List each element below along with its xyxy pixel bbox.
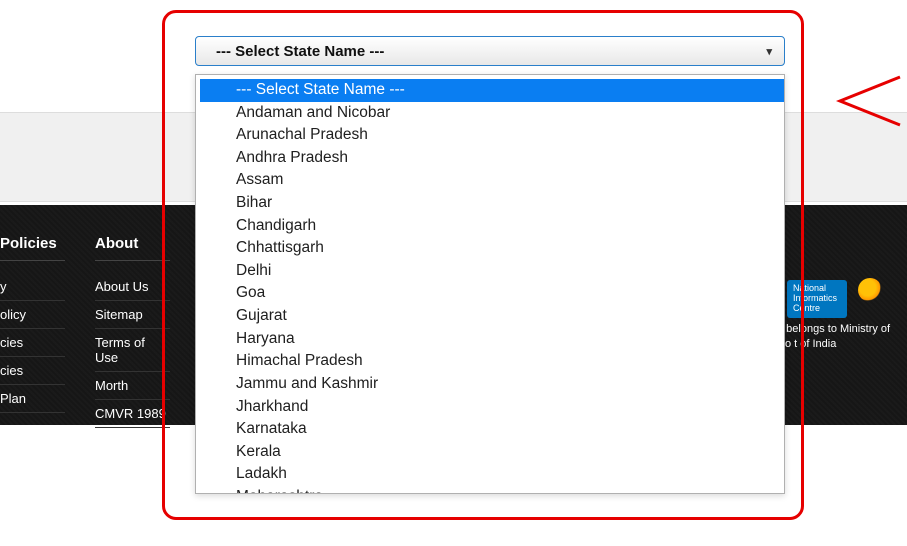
state-option[interactable]: Andaman and Nicobar — [200, 102, 784, 125]
state-option[interactable]: Jharkhand — [200, 396, 784, 419]
state-option[interactable]: Gujarat — [200, 305, 784, 328]
state-select-button[interactable]: --- Select State Name --- ▾ — [195, 36, 785, 66]
state-option[interactable]: Maharashtra — [200, 486, 784, 494]
footer-link[interactable]: Plan — [0, 385, 65, 413]
footer-heading-about: About — [95, 235, 170, 261]
state-select-listbox[interactable]: --- Select State Name ---Andaman and Nic… — [195, 74, 785, 494]
state-option[interactable]: Ladakh — [200, 463, 784, 486]
state-option[interactable]: Arunachal Pradesh — [200, 124, 784, 147]
state-select-value: --- Select State Name --- — [216, 43, 384, 60]
footer-link-sitemap[interactable]: Sitemap — [95, 301, 170, 329]
state-option[interactable]: Bihar — [200, 192, 784, 215]
state-select[interactable]: --- Select State Name --- ▾ --- Select S… — [195, 36, 785, 66]
footer-link[interactable]: y — [0, 273, 65, 301]
footer-link[interactable]: olicy — [0, 301, 65, 329]
footer-link-about-us[interactable]: About Us — [95, 273, 170, 301]
state-option[interactable]: Goa — [200, 282, 784, 305]
state-option[interactable]: Chhattisgarh — [200, 237, 784, 260]
footer-col-about: About About Us Sitemap Terms of Use Mort… — [85, 235, 180, 425]
state-option[interactable]: --- Select State Name --- — [200, 79, 784, 102]
footer-link-terms[interactable]: Terms of Use — [95, 329, 170, 372]
chevron-down-icon: ▾ — [766, 45, 772, 58]
state-option[interactable]: Assam — [200, 169, 784, 192]
footer-link-morth[interactable]: Morth — [95, 372, 170, 400]
footer-heading-policies: Policies — [0, 235, 65, 261]
state-option[interactable]: Karnataka — [200, 418, 784, 441]
state-option[interactable]: Jammu and Kashmir — [200, 373, 784, 396]
digital-india-icon — [858, 278, 882, 302]
footer-link[interactable]: cies — [0, 357, 65, 385]
footer-link-cmvr[interactable]: CMVR 1989 — [95, 400, 170, 428]
ownership-text: e belongs to Ministry of Ro t of India — [777, 322, 907, 353]
state-option[interactable]: Andhra Pradesh — [200, 147, 784, 170]
footer-col-policies: Policies y olicy cies cies Plan — [0, 235, 75, 425]
footer-link[interactable]: cies — [0, 329, 65, 357]
state-option[interactable]: Himachal Pradesh — [200, 350, 784, 373]
state-option[interactable]: Chandigarh — [200, 215, 784, 238]
nic-badge: National Informatics Centre — [787, 280, 847, 318]
state-option[interactable]: Delhi — [200, 260, 784, 283]
state-option[interactable]: Haryana — [200, 328, 784, 351]
state-option[interactable]: Kerala — [200, 441, 784, 464]
